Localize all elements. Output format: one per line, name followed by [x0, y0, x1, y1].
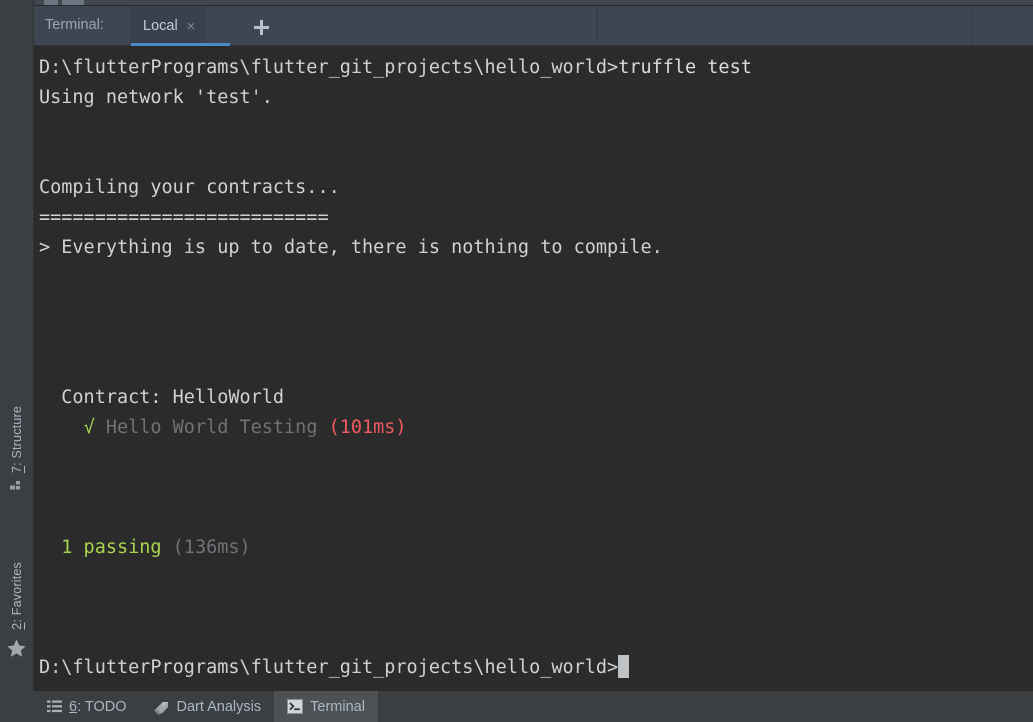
sidebar-item-structure[interactable]: 7: Structure [0, 406, 33, 494]
terminal-text-segment: Using network 'test'. [39, 87, 273, 108]
terminal-line: Contract: HelloWorld [39, 383, 1033, 413]
terminal-line: √ Hello World Testing (101ms) [39, 413, 1033, 443]
status-item-terminal[interactable]: Terminal [274, 691, 378, 722]
terminal-icon [287, 699, 304, 714]
dart-icon [153, 699, 170, 715]
terminal-text-segment: √ [83, 417, 95, 438]
sidebar-item-favorites[interactable]: 2: Favorites [0, 562, 33, 657]
status-item-dart-analysis[interactable]: Dart Analysis [140, 691, 275, 722]
terminal-line: D:\flutterPrograms\flutter_git_projects\… [39, 653, 1033, 683]
terminal-line: ========================== [39, 203, 1033, 233]
ide-window: 7: Structure 2: Favorites Terminal: Loca… [0, 0, 1033, 722]
structure-icon [10, 481, 23, 494]
sidebar-item-structure-label: 7: Structure [9, 406, 24, 474]
list-icon [47, 700, 62, 713]
terminal-text-segment: D:\flutterPrograms\flutter_git_projects\… [39, 657, 619, 678]
terminal-text-segment: (101ms) [328, 417, 407, 438]
status-item-dart-analysis-label: Dart Analysis [176, 698, 262, 715]
terminal-line: > Everything is up to date, there is not… [39, 233, 1033, 263]
terminal-text-segment: (136ms) [161, 537, 251, 558]
terminal-line: 1 passing (136ms) [39, 533, 1033, 563]
terminal-cursor [618, 655, 630, 678]
add-terminal-tab-button[interactable] [248, 14, 274, 40]
terminal-line: Using network 'test'. [39, 83, 1033, 113]
toolbar-chip-b [62, 0, 84, 5]
terminal-line: Compiling your contracts... [39, 173, 1033, 203]
terminal-text-segment: Contract: HelloWorld [39, 387, 285, 408]
header-divider-1 [597, 6, 598, 46]
sidebar-item-favorites-label: 2: Favorites [9, 562, 24, 630]
terminal-tab-local[interactable]: Local × [131, 6, 206, 46]
left-tool-strip: 7: Structure 2: Favorites [0, 0, 34, 706]
plus-icon [253, 19, 269, 35]
star-icon [7, 639, 26, 657]
header-divider-2 [972, 6, 973, 46]
terminal-output-area[interactable]: D:\flutterPrograms\flutter_git_projects\… [34, 46, 1033, 691]
terminal-text-segment: 1 passing [61, 537, 162, 558]
terminal-text: D:\flutterPrograms\flutter_git_projects\… [34, 53, 1033, 683]
terminal-title: Terminal: [45, 17, 104, 33]
status-item-todo-label: 6: TODO [69, 698, 127, 715]
terminal-text-segment: > Everything is up to date, there is not… [39, 237, 663, 258]
terminal-text-segment: Compiling your contracts... [39, 177, 340, 198]
terminal-text-segment: ========================== [39, 207, 329, 228]
status-item-todo[interactable]: 6: TODO [34, 691, 140, 722]
terminal-text-segment: Hello World Testing [94, 417, 329, 438]
terminal-tab-local-label: Local [143, 18, 178, 34]
status-bar-gutter [0, 691, 34, 722]
terminal-text-segment: D:\flutterPrograms\flutter_git_projects\… [39, 57, 619, 78]
terminal-line: D:\flutterPrograms\flutter_git_projects\… [39, 53, 1033, 83]
status-bar: 6: TODO Dart Analysis Terminal [0, 691, 1033, 722]
toolbar-chip-a [44, 0, 58, 5]
terminal-text-segment: truffle test [618, 57, 752, 78]
close-icon[interactable]: × [187, 19, 196, 34]
status-item-terminal-label: Terminal [310, 698, 365, 715]
terminal-tab-header: Terminal: Local × [34, 6, 1033, 46]
